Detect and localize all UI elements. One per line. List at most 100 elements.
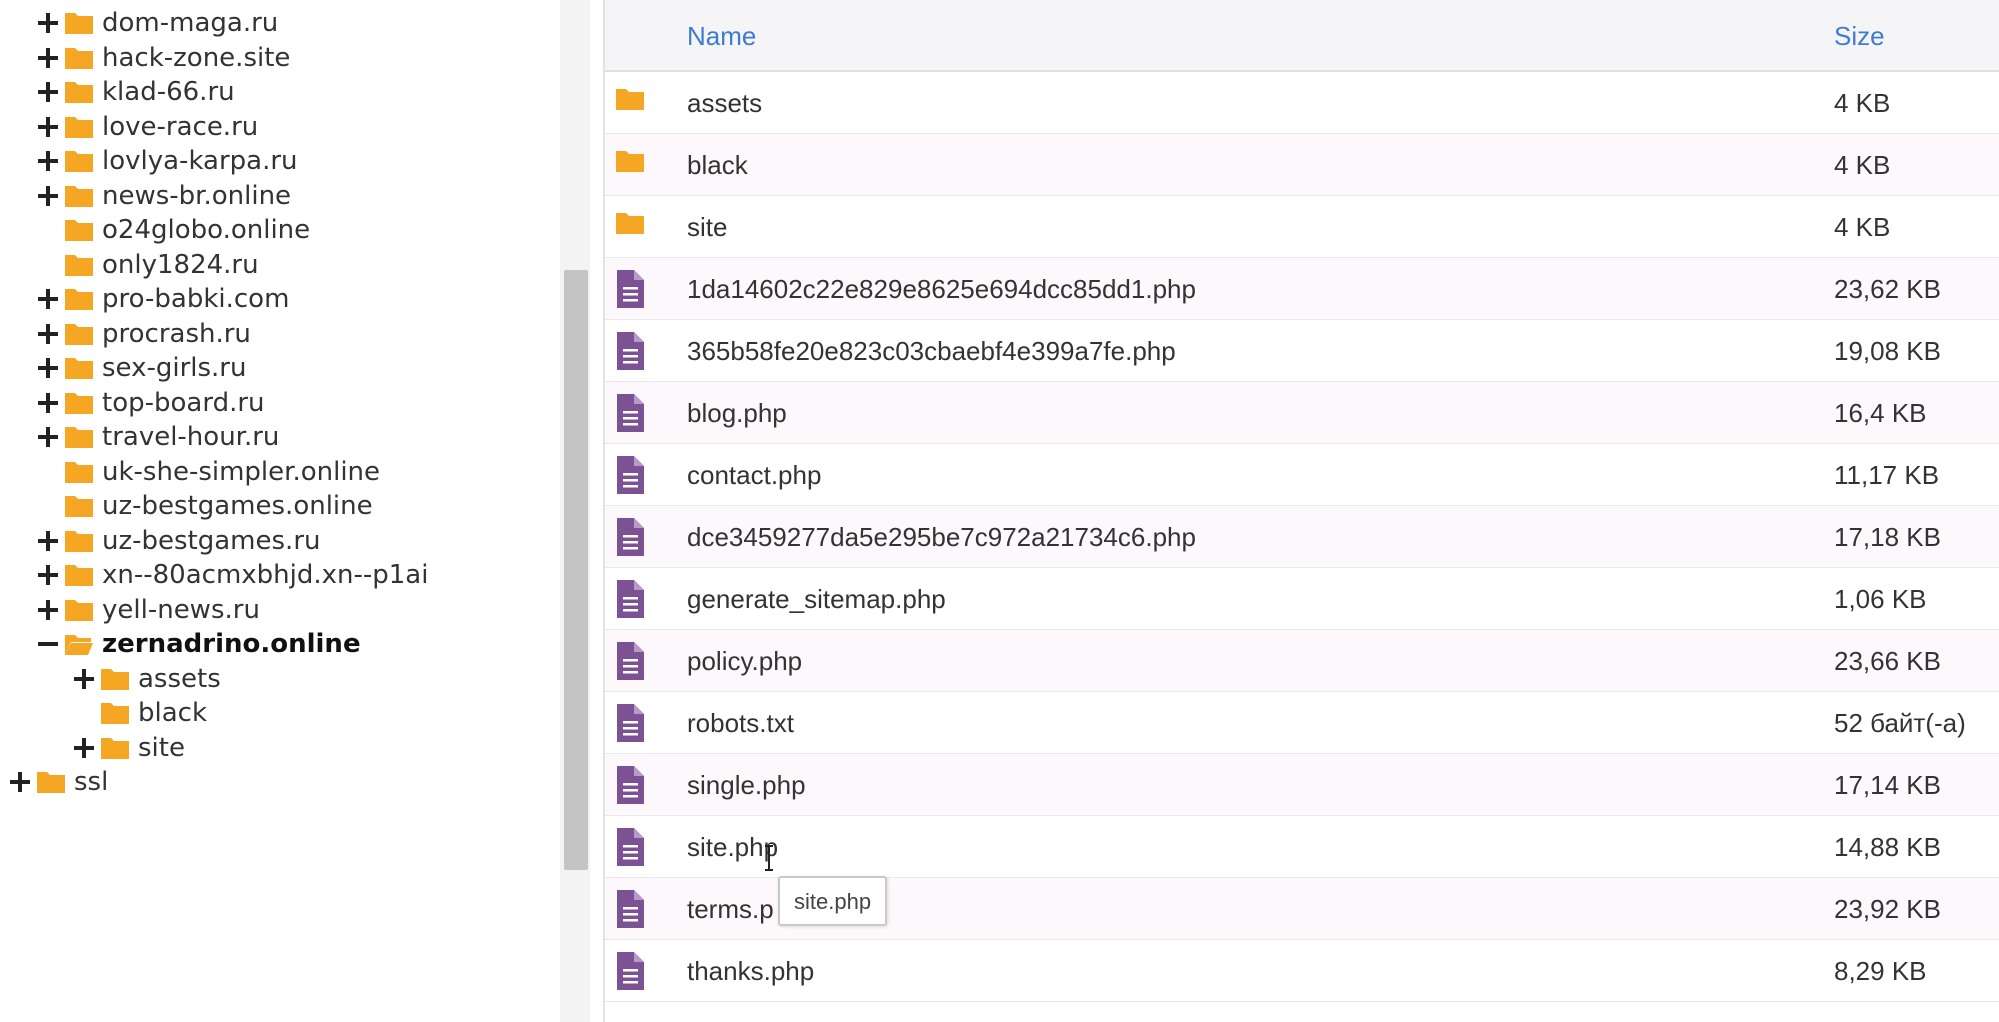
file-row[interactable]: 1da14602c22e829e8625e694dcc85dd1.php 23,6… [605, 258, 1999, 320]
file-row[interactable]: dce3459277da5e295be7c972a21734c6.php 17,1… [605, 506, 1999, 568]
size-column-header[interactable]: Size [1834, 0, 1885, 72]
file-size: 23,66 KB [1834, 646, 1941, 676]
file-name[interactable]: assets [687, 72, 762, 134]
folder-icon [65, 427, 93, 448]
file-name[interactable]: robots.txt [687, 692, 794, 754]
file-size: 1,06 KB [1834, 584, 1927, 614]
filename-tooltip: site.php [778, 876, 888, 926]
folder-tree: dom-maga.ru hack-zone.site klad-66.ru love-… [0, 0, 590, 1022]
file-name[interactable]: generate_sitemap.php [687, 568, 946, 630]
file-document-icon [615, 269, 645, 314]
file-row[interactable]: blog.php 16,4 KB [605, 382, 1999, 444]
file-size: 16,4 KB [1834, 398, 1927, 428]
file-name[interactable]: site [687, 196, 727, 258]
folder-icon [65, 565, 93, 586]
tree-item-label: site [138, 732, 185, 763]
collapse-icon[interactable] [36, 632, 60, 656]
folder-icon [65, 530, 93, 552]
folder-icon [65, 323, 93, 345]
expand-icon[interactable] [8, 770, 32, 794]
file-name[interactable]: dce3459277da5e295be7c972a21734c6.php [687, 506, 1196, 568]
folder-icon [65, 13, 93, 34]
file-row[interactable]: assets 4 KB [605, 72, 1999, 134]
expand-icon[interactable] [36, 391, 60, 415]
text-cursor-icon [765, 845, 773, 871]
file-row[interactable]: single.php 17,14 KB [605, 754, 1999, 816]
expand-icon[interactable] [36, 184, 60, 208]
file-name[interactable]: blog.php [687, 382, 787, 444]
file-name[interactable]: 365b58fe20e823c03cbaebf4e399a7fe.php [687, 320, 1176, 382]
file-row[interactable]: site.php 14,88 KB [605, 816, 1999, 878]
folder-icon [65, 185, 93, 207]
file-size: 52 байт(-а) [1834, 708, 1966, 738]
expand-icon[interactable] [36, 115, 60, 139]
file-document-icon [615, 951, 645, 996]
expand-icon[interactable] [36, 46, 60, 70]
file-row[interactable]: site 4 KB [605, 196, 1999, 258]
file-name[interactable]: single.php [687, 754, 806, 816]
expand-icon[interactable] [36, 356, 60, 380]
file-document-icon [615, 517, 645, 562]
file-name[interactable]: terms.p [687, 878, 774, 940]
expand-icon[interactable] [36, 80, 60, 104]
folder-icon [65, 82, 93, 103]
folder-icon [101, 703, 129, 724]
folder-icon [65, 358, 93, 379]
file-size: 19,08 KB [1834, 336, 1941, 366]
expand-icon[interactable] [72, 736, 96, 760]
expand-icon[interactable] [36, 563, 60, 587]
expand-icon[interactable] [36, 425, 60, 449]
file-name[interactable]: 1da14602c22e829e8625e694dcc85dd1.php [687, 258, 1196, 320]
folder-icon [65, 254, 93, 276]
file-manager: dom-maga.ru hack-zone.site klad-66.ru love-… [0, 0, 1999, 1022]
file-row[interactable]: policy.php 23,66 KB [605, 630, 1999, 692]
expand-icon[interactable] [36, 11, 60, 35]
file-document-icon [615, 827, 645, 872]
tree-item-ssl[interactable]: ssl [8, 760, 108, 804]
folder-icon [101, 737, 129, 759]
expand-icon[interactable] [36, 529, 60, 553]
file-name[interactable]: thanks.php [687, 940, 814, 1002]
file-name[interactable]: policy.php [687, 630, 802, 692]
expand-icon[interactable] [36, 287, 60, 311]
file-row[interactable]: black 4 KB [605, 134, 1999, 196]
folder-icon [615, 83, 653, 117]
file-name[interactable]: black [687, 134, 748, 196]
folder-open-icon [65, 635, 93, 655]
expand-icon[interactable] [36, 322, 60, 346]
file-size: 11,17 KB [1834, 460, 1940, 490]
folder-icon [101, 668, 129, 690]
file-document-icon [615, 641, 645, 686]
name-column-header[interactable]: Name [687, 0, 756, 72]
file-size: 23,92 KB [1834, 894, 1941, 924]
expand-icon[interactable] [72, 667, 96, 691]
file-document-icon [615, 331, 645, 376]
file-document-icon [615, 703, 645, 748]
file-size: 17,18 KB [1834, 522, 1941, 552]
file-size: 4 KB [1834, 212, 1891, 242]
folder-icon [65, 599, 93, 621]
file-name[interactable]: contact.php [687, 444, 821, 506]
folder-icon [65, 392, 93, 414]
folder-icon [37, 772, 65, 793]
file-row[interactable]: robots.txt 52 байт(-а) [605, 692, 1999, 754]
file-size: 17,14 KB [1834, 770, 1941, 800]
expand-icon[interactable] [36, 598, 60, 622]
file-row[interactable]: thanks.php 8,29 KB [605, 940, 1999, 1002]
folder-icon [65, 461, 93, 483]
file-document-icon [615, 455, 645, 500]
expand-icon[interactable] [36, 149, 60, 173]
file-size: 14,88 KB [1834, 832, 1941, 862]
file-size: 4 KB [1834, 150, 1891, 180]
file-list-panel: Name Size assets 4 KB black 4 KB site 4 KB 1da… [603, 0, 1999, 1022]
file-row[interactable]: generate_sitemap.php 1,06 KB [605, 568, 1999, 630]
tree-scrollbar-thumb[interactable] [564, 270, 588, 870]
file-document-icon [615, 889, 645, 934]
file-size: 4 KB [1834, 88, 1891, 118]
file-row[interactable]: 365b58fe20e823c03cbaebf4e399a7fe.php 19,0… [605, 320, 1999, 382]
file-size: 23,62 KB [1834, 274, 1941, 304]
folder-icon [65, 116, 93, 138]
file-document-icon [615, 393, 645, 438]
file-row[interactable]: contact.php 11,17 KB [605, 444, 1999, 506]
folder-icon [65, 289, 93, 310]
